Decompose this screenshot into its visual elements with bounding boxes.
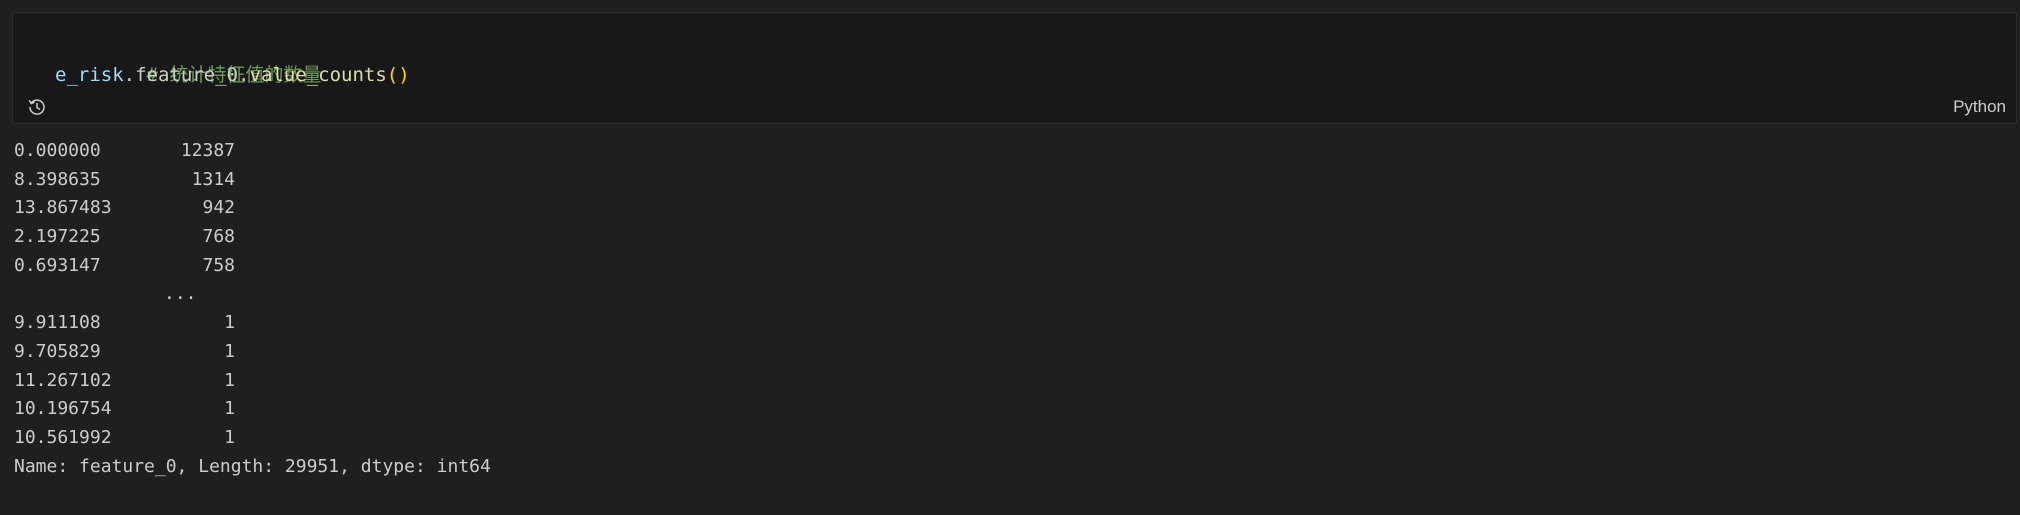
output-ellipsis-row: ... [14,280,491,309]
output-row: 8.398635 1314 [14,166,491,195]
output-index: 10.196754 [14,398,112,420]
output-count: 1 [224,340,235,362]
code-parens: () [386,64,410,86]
output-count: 1 [224,426,235,448]
cell-language-selector[interactable]: Python [1953,97,2006,117]
code-editor[interactable]: # 统计特征值的数量 e_risk.feature_0.value_counts… [55,30,410,90]
code-variable: e_risk [55,64,124,86]
output-count: 942 [202,197,235,219]
execution-history-button[interactable] [25,95,49,119]
output-row: 2.197225 768 [14,223,491,252]
output-count: 1 [224,369,235,391]
output-row: 13.867483 942 [14,194,491,223]
history-icon [28,99,45,115]
cell-output: 0.000000 12387 8.398635 1314 13.867483 942 … [14,137,491,481]
output-index: 10.561992 [14,426,112,448]
code-dot: . [238,64,250,86]
output-count: 1314 [191,168,235,190]
output-index: 13.867483 [14,197,112,219]
output-row: 11.267102 1 [14,367,491,396]
output-row: 0.693147 758 [14,252,491,281]
code-function: value_counts [249,64,387,86]
output-row: 9.705829 1 [14,338,491,367]
code-line-statement: e_risk.feature_0.value_counts() [55,60,410,90]
code-line-comment: # 统计特征值的数量 [55,30,410,86]
output-index: 9.911108 [14,312,101,334]
code-attribute: feature_0 [135,64,239,86]
output-row: 9.911108 1 [14,309,491,338]
output-count: 768 [202,226,235,248]
output-ellipsis: ... [164,283,197,305]
output-index: 2.197225 [14,226,101,248]
output-series-footer: Name: feature_0, Length: 29951, dtype: i… [14,455,491,477]
code-dot: . [123,64,136,86]
output-index: 0.000000 [14,140,101,161]
output-index: 0.693147 [14,254,101,276]
output-count: 1 [224,398,235,420]
notebook-cell: # 统计特征值的数量 e_risk.feature_0.value_counts… [0,0,2020,515]
output-index: 9.705829 [14,340,101,362]
output-count: 12387 [180,140,235,161]
output-index: 11.267102 [14,369,112,391]
output-count: 758 [202,254,235,276]
output-count: 1 [224,312,235,334]
output-row: 0.000000 12387 [14,137,491,166]
code-cell-editor[interactable]: # 统计特征值的数量 e_risk.feature_0.value_counts… [12,12,2017,124]
output-row: 10.196754 1 [14,395,491,424]
output-index: 8.398635 [14,168,101,190]
output-row: 10.561992 1 [14,424,491,453]
